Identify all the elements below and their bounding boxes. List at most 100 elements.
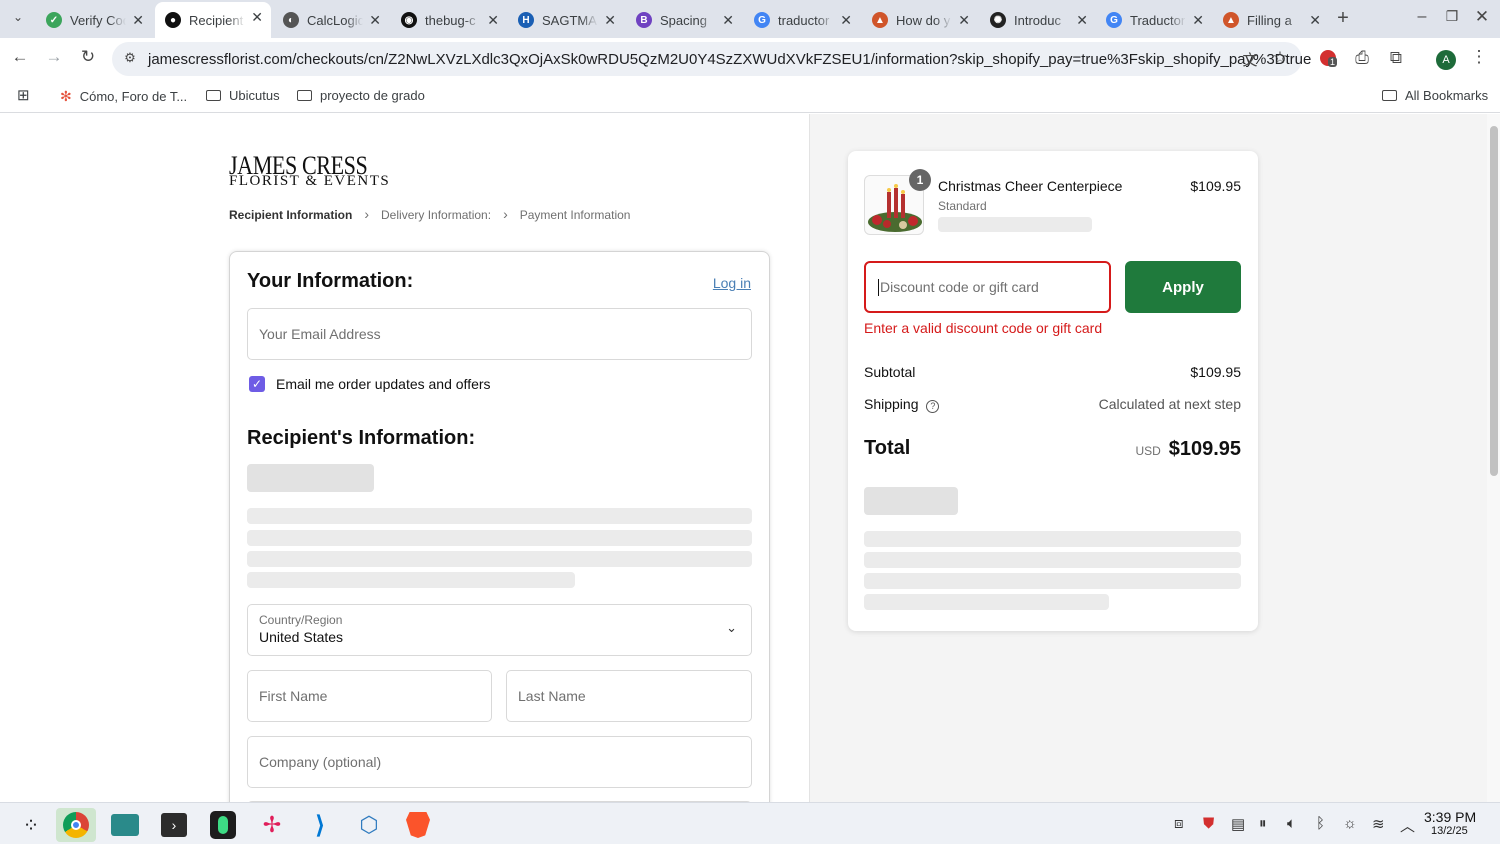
clock-time[interactable]: 3:39 PM <box>1424 809 1476 825</box>
tab-h[interactable]: H SAGTMA ✕ <box>508 5 624 35</box>
apps-grid-icon[interactable]: ⊞ <box>17 86 30 104</box>
translate-page-icon[interactable]: 文 <box>1238 49 1262 70</box>
android-studio-icon[interactable] <box>203 808 243 842</box>
google-icon: G <box>754 12 770 28</box>
tab-close-icon[interactable]: ✕ <box>958 12 970 29</box>
tab-close-icon[interactable]: ✕ <box>251 9 263 26</box>
site-info-icon[interactable]: ⚙ <box>118 50 142 66</box>
tab-close-icon[interactable]: ✕ <box>1192 12 1204 29</box>
tab-close-icon[interactable]: ✕ <box>722 12 734 29</box>
tab-google[interactable]: Gtraductor ✕ <box>744 5 860 35</box>
all-bookmarks[interactable]: All Bookmarks <box>1382 88 1488 103</box>
tab-translate[interactable]: G Traductor ✕ <box>1096 5 1212 35</box>
url-text[interactable]: jamescressflorist.com/checkouts/cn/Z2NwL… <box>148 51 1311 68</box>
tab-verify[interactable]: ✓ Verify Code ✕ <box>36 5 152 35</box>
help-circle-icon[interactable]: ? <box>926 400 940 413</box>
subtotal-value: $109.95 <box>1190 364 1241 380</box>
bookmark-proyecto[interactable]: proyecto de grado <box>297 88 425 103</box>
company-field[interactable]: Company (optional) <box>247 736 752 788</box>
vscode-icon[interactable]: ⟩ <box>300 808 340 842</box>
tab-title: traductor <box>778 12 830 28</box>
chrome-icon[interactable] <box>56 808 96 842</box>
first-name-field[interactable]: First Name <box>247 670 492 722</box>
tab-page[interactable]: ▲ How do y ✕ <box>862 5 978 35</box>
country-select[interactable]: Country/Region United States ⌄ <box>247 604 752 656</box>
breadcrumb-payment: Payment Information <box>519 208 631 222</box>
folder-icon <box>1382 90 1397 101</box>
launcher-icon[interactable]: ⁘ <box>11 808 51 842</box>
brand-logo-line2: FLORIST & EVENTS <box>229 173 391 189</box>
email-opt-in-label[interactable]: Email me order updates and offers <box>276 376 491 392</box>
scrollbar-thumb[interactable] <box>1490 126 1498 476</box>
clock-date[interactable]: 13/2/25 <box>1431 825 1468 837</box>
last-name-field[interactable]: Last Name <box>506 670 752 722</box>
email-opt-in-checkbox[interactable]: ✓ <box>249 376 265 392</box>
brave-icon[interactable] <box>398 808 438 842</box>
apply-button[interactable]: Apply <box>1125 261 1241 313</box>
tab-close-icon[interactable]: ✕ <box>840 12 852 29</box>
chevron-up-icon[interactable]: ︿ <box>1400 815 1415 836</box>
last-name-placeholder: Last Name <box>518 688 586 704</box>
email-field[interactable]: Your Email Address <box>247 308 752 360</box>
currency-code: USD <box>1135 444 1161 458</box>
slack-icon[interactable]: ✢ <box>252 808 292 842</box>
login-link[interactable]: Log in <box>713 275 751 291</box>
extension-printer-icon[interactable]: ⎙ <box>1350 48 1374 68</box>
new-tab-button[interactable]: + <box>1331 7 1355 30</box>
company-placeholder: Company (optional) <box>259 754 382 770</box>
discount-error: Enter a valid discount code or gift card <box>864 320 1103 336</box>
bookmark-star-icon[interactable]: ☆ <box>1268 48 1292 68</box>
terminal-icon[interactable]: › <box>154 808 194 842</box>
tab-close-icon[interactable]: ✕ <box>369 12 381 29</box>
bookmarks-bar: ⊞ ✻ Cómo, Foro de T... Ubicutus proyecto… <box>0 79 1500 113</box>
bookmark-foro[interactable]: ✻ Cómo, Foro de T... <box>60 88 187 105</box>
volume-icon[interactable]: 🔈︎ <box>1287 815 1296 832</box>
clipboard-icon[interactable]: ▤ <box>1231 815 1245 833</box>
wifi-icon[interactable]: ≋ <box>1372 815 1385 833</box>
tab-close-icon[interactable]: ✕ <box>132 12 144 29</box>
tab-openai[interactable]: ✺ Introduc ✕ <box>980 5 1096 35</box>
bluetooth-icon[interactable]: ᛒ <box>1316 815 1325 832</box>
dropbox-icon[interactable]: ⧈ <box>1174 815 1184 832</box>
tab-page[interactable]: ▲ Filling a ✕ <box>1213 5 1329 35</box>
tab-bootstrap[interactable]: B Spacing ✕ <box>626 5 742 35</box>
bookmark-ubicutus[interactable]: Ubicutus <box>206 88 280 103</box>
breadcrumb: Recipient Information › Delivery Informa… <box>229 206 631 222</box>
tab-shop[interactable]: ● Recipient Information ✕ <box>155 2 271 38</box>
shield-icon[interactable]: ⛊ <box>1203 815 1214 832</box>
bootstrap-icon: B <box>636 12 652 28</box>
virtualbox-icon[interactable]: ⬡ <box>349 808 389 842</box>
loading-skeleton <box>864 594 1109 610</box>
back-icon[interactable]: ← <box>8 47 32 67</box>
forward-icon[interactable]: → <box>42 47 66 67</box>
tab-close-icon[interactable]: ✕ <box>487 12 499 29</box>
files-icon[interactable] <box>105 808 145 842</box>
menu-kebab-icon[interactable]: ⋮ <box>1467 47 1491 67</box>
brightness-icon[interactable]: ☼ <box>1343 815 1357 832</box>
page-icon: ▲ <box>872 12 888 28</box>
tab-close-icon[interactable]: ✕ <box>1076 12 1088 29</box>
recipient-info-heading: Recipient's Information: <box>247 427 476 449</box>
tab-github[interactable]: ◉ thebug-c ✕ <box>391 5 507 35</box>
reload-icon[interactable]: ↻ <box>76 47 100 67</box>
tab-search-chevron-icon[interactable]: ⌄ <box>6 10 30 24</box>
tab-close-icon[interactable]: ✕ <box>604 12 616 29</box>
tab-calc[interactable]: ◐ CalcLogic ✕ <box>273 5 389 35</box>
tab-title: thebug-c <box>425 12 476 28</box>
address-bar[interactable]: ⚙ jamescressflorist.com/checkouts/cn/Z2N… <box>112 42 1311 76</box>
profile-avatar[interactable]: A <box>1436 50 1456 70</box>
email-placeholder: Your Email Address <box>259 326 381 342</box>
discount-input[interactable]: Discount code or gift card <box>864 261 1111 313</box>
tab-close-icon[interactable]: ✕ <box>1309 12 1321 29</box>
page-scrollbar[interactable] <box>1487 114 1500 802</box>
extension-adblock-icon[interactable]: 1 <box>1316 50 1340 71</box>
restore-button[interactable]: ❐ <box>1440 8 1464 25</box>
close-window-button[interactable]: ✕ <box>1470 7 1494 27</box>
pause-icon[interactable]: ⏸ <box>1259 815 1267 832</box>
breadcrumb-delivery: Delivery Information: <box>381 208 492 222</box>
extensions-puzzle-icon[interactable]: ⧉ <box>1384 48 1408 68</box>
breadcrumb-recipient[interactable]: Recipient Information <box>229 208 352 222</box>
minimize-button[interactable]: – <box>1410 8 1434 26</box>
loading-skeleton <box>247 572 575 588</box>
browser-toolbar: ← → ↻ ⚙ jamescressflorist.com/checkouts/… <box>0 38 1500 79</box>
